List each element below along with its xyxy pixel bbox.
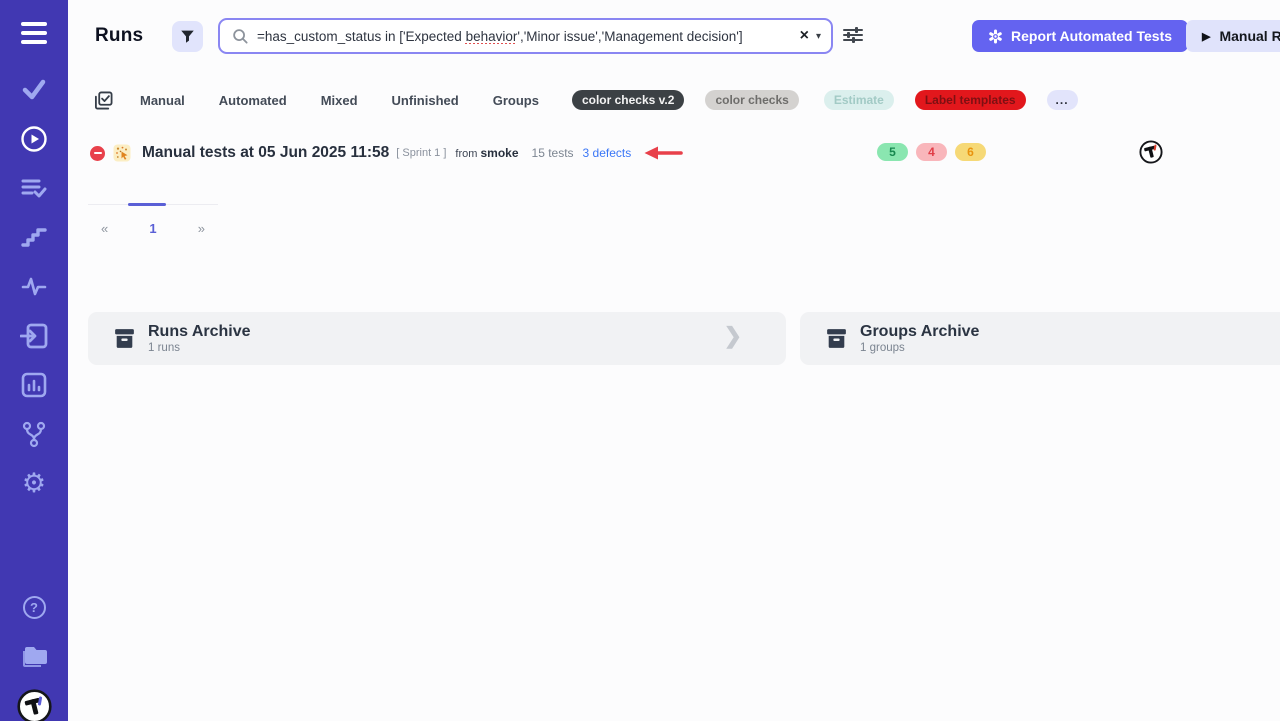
search-dropdown-icon[interactable]: ▾ <box>816 31 821 42</box>
tab-automated[interactable]: Automated <box>219 93 287 108</box>
pagination: « 1 » <box>88 204 218 236</box>
card-subtitle: 1 groups <box>860 342 979 354</box>
filter-button[interactable] <box>172 21 203 52</box>
gear-icon: ⚙ <box>22 470 46 497</box>
run-row-main[interactable]: Manual tests at 05 Jun 2025 11:58 [ Spri… <box>90 138 683 168</box>
run-title[interactable]: Manual tests at 05 Jun 2025 11:58 <box>142 144 389 162</box>
report-automated-tests-button[interactable]: Report Automated Tests <box>972 20 1188 52</box>
sidebar-item-tests[interactable] <box>0 76 68 102</box>
page-1-button[interactable]: 1 <box>149 221 156 236</box>
check-icon <box>21 77 47 101</box>
help-icon: ? <box>23 596 46 619</box>
red-arrow-annotation <box>643 145 683 161</box>
archive-box-icon <box>112 326 137 351</box>
manual-run-button[interactable]: ▶ Manual R <box>1186 20 1280 52</box>
tab-manual[interactable]: Manual <box>140 93 185 108</box>
misspelled-word: behavior <box>466 29 518 44</box>
play-icon: ▶ <box>1202 30 1210 43</box>
search-input[interactable]: =has_custom_status in ['Expected behavio… <box>218 18 833 54</box>
card-title: Groups Archive <box>860 323 979 341</box>
runs-archive-card[interactable]: Runs Archive 1 runs ❯ <box>88 312 786 365</box>
prev-page-button[interactable]: « <box>101 221 108 236</box>
tab-unfinished[interactable]: Unfinished <box>392 93 459 108</box>
card-subtitle: 1 runs <box>148 342 251 354</box>
spark-icon <box>988 29 1003 44</box>
run-tests-count: 15 tests <box>532 146 574 160</box>
next-page-button[interactable]: » <box>198 221 205 236</box>
sidebar-item-settings[interactable]: ⚙ <box>0 468 68 498</box>
report-button-label: Report Automated Tests <box>1011 28 1172 44</box>
sidebar-item-import[interactable] <box>0 322 68 350</box>
import-icon <box>20 323 48 349</box>
sidebar-item-milestones[interactable] <box>0 225 68 249</box>
sidebar-item-analytics[interactable] <box>0 371 68 399</box>
sidebar-item-branches[interactable] <box>0 420 68 448</box>
run-defects-link[interactable]: 3 defects <box>583 146 632 160</box>
menu-icon[interactable] <box>0 18 68 48</box>
clear-search-icon[interactable]: × <box>800 28 809 44</box>
search-query-text: =has_custom_status in ['Expected behavio… <box>257 29 792 44</box>
tag-color-checks-v2[interactable]: color checks v.2 <box>572 90 685 110</box>
sidebar: ⚙ ? <box>0 0 68 721</box>
bar-chart-icon <box>21 372 47 398</box>
current-page-indicator <box>128 203 166 206</box>
archive-box-icon <box>824 326 849 351</box>
run-row: Manual tests at 05 Jun 2025 11:58 [ Spri… <box>0 138 1280 168</box>
chevron-right-icon[interactable]: ❯ <box>724 323 742 349</box>
app-logo[interactable] <box>0 688 68 721</box>
filter-funnel-icon <box>180 29 195 44</box>
play-circle-icon <box>20 125 48 153</box>
card-texts: Groups Archive 1 groups <box>860 323 979 355</box>
branch-icon <box>21 421 47 448</box>
sidebar-item-pulse[interactable] <box>0 274 68 298</box>
archive-cards: Runs Archive 1 runs ❯ Groups Archive 1 g… <box>88 312 1280 365</box>
blocked-status-icon <box>90 146 105 161</box>
tab-groups[interactable]: Groups <box>493 93 539 108</box>
tag-estimate[interactable]: Estimate <box>824 90 894 110</box>
sidebar-item-runs[interactable] <box>0 125 68 153</box>
tag-label-templates[interactable]: Label templates <box>915 90 1026 110</box>
select-all-icon[interactable] <box>94 91 113 110</box>
card-title: Runs Archive <box>148 323 251 341</box>
card-texts: Runs Archive 1 runs <box>148 323 251 355</box>
tag-color-checks[interactable]: color checks <box>705 90 798 110</box>
run-status-badges: 5 4 6 <box>877 143 986 161</box>
sliders-icon <box>842 24 864 46</box>
run-from-value: smoke <box>480 146 518 160</box>
more-tags-button[interactable]: ... <box>1047 90 1078 110</box>
steps-icon <box>21 226 47 248</box>
passed-badge[interactable]: 5 <box>877 143 908 161</box>
sidebar-item-help[interactable]: ? <box>0 595 68 619</box>
pulse-icon <box>21 275 47 297</box>
list-check-icon <box>21 177 47 199</box>
run-from: from smoke <box>455 146 518 160</box>
folders-icon <box>20 643 48 669</box>
filter-tabs-row: Manual Automated Mixed Unfinished Groups… <box>94 90 1099 110</box>
groups-archive-card[interactable]: Groups Archive 1 groups <box>800 312 1280 365</box>
page-title: Runs <box>95 25 143 47</box>
run-sprint-label: [ Sprint 1 ] <box>396 147 446 159</box>
skipped-badge[interactable]: 6 <box>955 143 986 161</box>
run-emoji-icon <box>113 144 131 162</box>
app-screen: ⚙ ? Runs =has_custom_status in ['Expecte… <box>0 0 1280 721</box>
search-icon <box>232 28 248 44</box>
failed-badge[interactable]: 4 <box>916 143 947 161</box>
sidebar-item-projects[interactable] <box>0 642 68 670</box>
sidebar-item-testplans[interactable] <box>0 176 68 200</box>
assignee-avatar[interactable] <box>1139 140 1163 164</box>
manual-button-label: Manual R <box>1219 28 1280 44</box>
tab-mixed[interactable]: Mixed <box>321 93 358 108</box>
search-settings-button[interactable] <box>842 24 864 49</box>
